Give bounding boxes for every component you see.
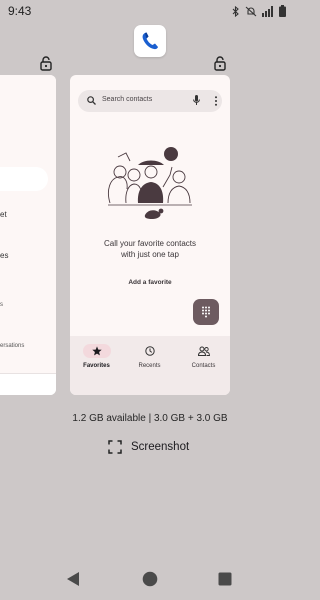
people-icon	[197, 346, 210, 356]
selected-pill	[0, 167, 48, 191]
signal-icon	[262, 5, 273, 17]
nav-label: Recents	[138, 363, 161, 369]
nav-pill	[82, 344, 111, 358]
more-vert-icon[interactable]	[214, 96, 218, 106]
list-item: s	[0, 302, 3, 308]
status-time: 9:43	[8, 4, 32, 18]
star-icon	[91, 346, 102, 356]
dialpad-icon	[202, 306, 210, 318]
recent-app-card-phone[interactable]: Search contacts Call your favorite conta…	[70, 75, 230, 395]
nav-pill	[136, 344, 164, 358]
mic-icon[interactable]	[193, 95, 200, 106]
recent-app-card-left[interactable]: et es s ersations	[0, 75, 56, 395]
nav-pill	[190, 344, 218, 358]
back-icon[interactable]	[66, 571, 80, 587]
dialpad-button[interactable]	[193, 299, 219, 325]
bottom-navigation: Favorites Recents Contacts	[70, 336, 230, 395]
add-favorite-link[interactable]: Add a favorite	[70, 279, 230, 286]
empty-favorites-message: Call your favorite contacts with just on…	[103, 239, 197, 259]
nav-favorites[interactable]: Favorites	[70, 344, 123, 369]
list-item: et	[0, 210, 7, 219]
phone-app-icon[interactable]	[134, 25, 166, 57]
overview-icon[interactable]	[218, 572, 232, 586]
nav-label: Contacts	[191, 363, 216, 369]
search-icon	[87, 96, 96, 105]
list-item: ersations	[0, 343, 25, 349]
phone-icon	[142, 32, 158, 50]
memory-info: 1.2 GB available | 3.0 GB + 3.0 GB	[72, 413, 228, 424]
nav-contacts[interactable]: Contacts	[177, 344, 230, 369]
unlock-icon[interactable]	[40, 56, 52, 71]
unlock-icon[interactable]	[214, 56, 226, 71]
system-navigation-bar	[0, 560, 300, 600]
clock-icon	[144, 346, 155, 356]
screenshot-icon	[108, 440, 122, 454]
search-bar[interactable]: Search contacts	[78, 90, 222, 112]
bluetooth-icon	[232, 5, 239, 17]
nav-label: Favorites	[83, 363, 110, 369]
status-icons	[232, 5, 286, 17]
battery-icon	[279, 5, 286, 17]
screenshot-label: Screenshot	[131, 441, 190, 453]
favorites-illustration	[107, 147, 192, 219]
card-background	[0, 75, 56, 373]
search-input[interactable]: Search contacts	[102, 96, 152, 103]
dnd-off-icon	[245, 6, 257, 16]
list-item: es	[0, 251, 9, 260]
nav-recents[interactable]: Recents	[123, 344, 176, 369]
status-bar: 9:43	[0, 0, 300, 24]
home-icon[interactable]	[142, 571, 158, 587]
screenshot-button[interactable]: Screenshot	[108, 438, 189, 456]
card-bottom-bar	[0, 373, 56, 395]
